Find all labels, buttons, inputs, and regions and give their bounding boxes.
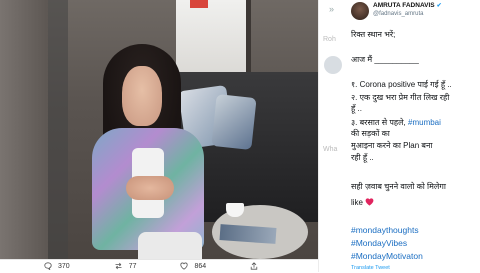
tweet-text-line: ३. बरसात से पहले, #mumbai <box>351 118 441 127</box>
wall-panel <box>0 0 48 259</box>
background-timeline: » Roh Wha <box>318 0 349 272</box>
retweet-count: 77 <box>128 263 137 270</box>
tweet-text-line: रिक्त स्थान भरें; <box>351 30 396 39</box>
comment-button[interactable]: 370 <box>44 261 70 272</box>
ghost-text: Wha <box>323 146 338 153</box>
tweet-text-line: १. Corona positive पाई गई हूँ .. <box>351 80 452 89</box>
like-button[interactable]: 864 <box>180 262 206 272</box>
tweet-text-fragment: ३. बरसात से पहले, <box>351 118 408 127</box>
retweet-icon <box>114 262 123 272</box>
tweet-text-line: मुआइना करने का Plan बना <box>351 141 433 150</box>
tweet-text-line: हूँ .. <box>351 104 362 113</box>
ghost-avatar <box>324 56 342 74</box>
tweet-text-line: की सड़कों का <box>351 129 390 138</box>
tweet-text-fragment: like <box>351 198 364 207</box>
hashtag-link[interactable]: #mondaythoughts <box>351 225 419 235</box>
person-hands <box>126 176 174 200</box>
translate-tweet-link[interactable]: Translate Tweet <box>351 265 390 271</box>
tweet-text-line: रही हूँ .. <box>351 153 374 162</box>
author-handle[interactable]: @fadnavis_amruta <box>373 11 423 17</box>
heart-icon <box>180 262 189 272</box>
like-count: 864 <box>194 263 207 270</box>
comment-icon <box>44 261 52 272</box>
wall-shadow <box>48 0 68 259</box>
tweet-text-line: आज मैं __________ <box>351 55 419 64</box>
person-pants <box>138 232 202 259</box>
person-face <box>122 66 162 126</box>
verified-badge-icon: ✔ <box>436 3 442 9</box>
reaction-bar: 370 77 864 <box>0 259 318 273</box>
cushion <box>211 94 257 150</box>
tweet-photo[interactable] <box>0 0 318 259</box>
retweet-button[interactable]: 77 <box>114 262 137 272</box>
red-heart-icon <box>365 198 374 207</box>
tea-cup <box>226 203 244 217</box>
author-name-text: AMRUTA FADNAVIS <box>373 2 435 9</box>
comment-count: 370 <box>58 263 70 270</box>
skip-forward-icon[interactable]: » <box>329 4 334 14</box>
tweet-text-line: like <box>351 198 374 207</box>
tweet-text-line: सही ज़वाब चुनने वालो को मिलेगा <box>351 182 446 191</box>
tweet-text-line: २. एक दुख भरा प्रेम गीत लिख रही <box>351 93 450 102</box>
avatar[interactable] <box>351 2 369 20</box>
share-button[interactable] <box>250 261 264 272</box>
tweet-panel: AMRUTA FADNAVIS ✔ @fadnavis_amruta रिक्त … <box>348 0 480 272</box>
window-accent <box>190 0 208 8</box>
hashtag-link[interactable]: #MondayVibes <box>351 238 407 248</box>
hashtag-link[interactable]: #MondayMotivaton <box>351 251 423 261</box>
share-icon <box>250 261 258 272</box>
hashtag-link[interactable]: #mumbai <box>408 118 441 127</box>
author-name[interactable]: AMRUTA FADNAVIS ✔ <box>373 2 442 9</box>
ghost-text: Roh <box>323 36 336 43</box>
